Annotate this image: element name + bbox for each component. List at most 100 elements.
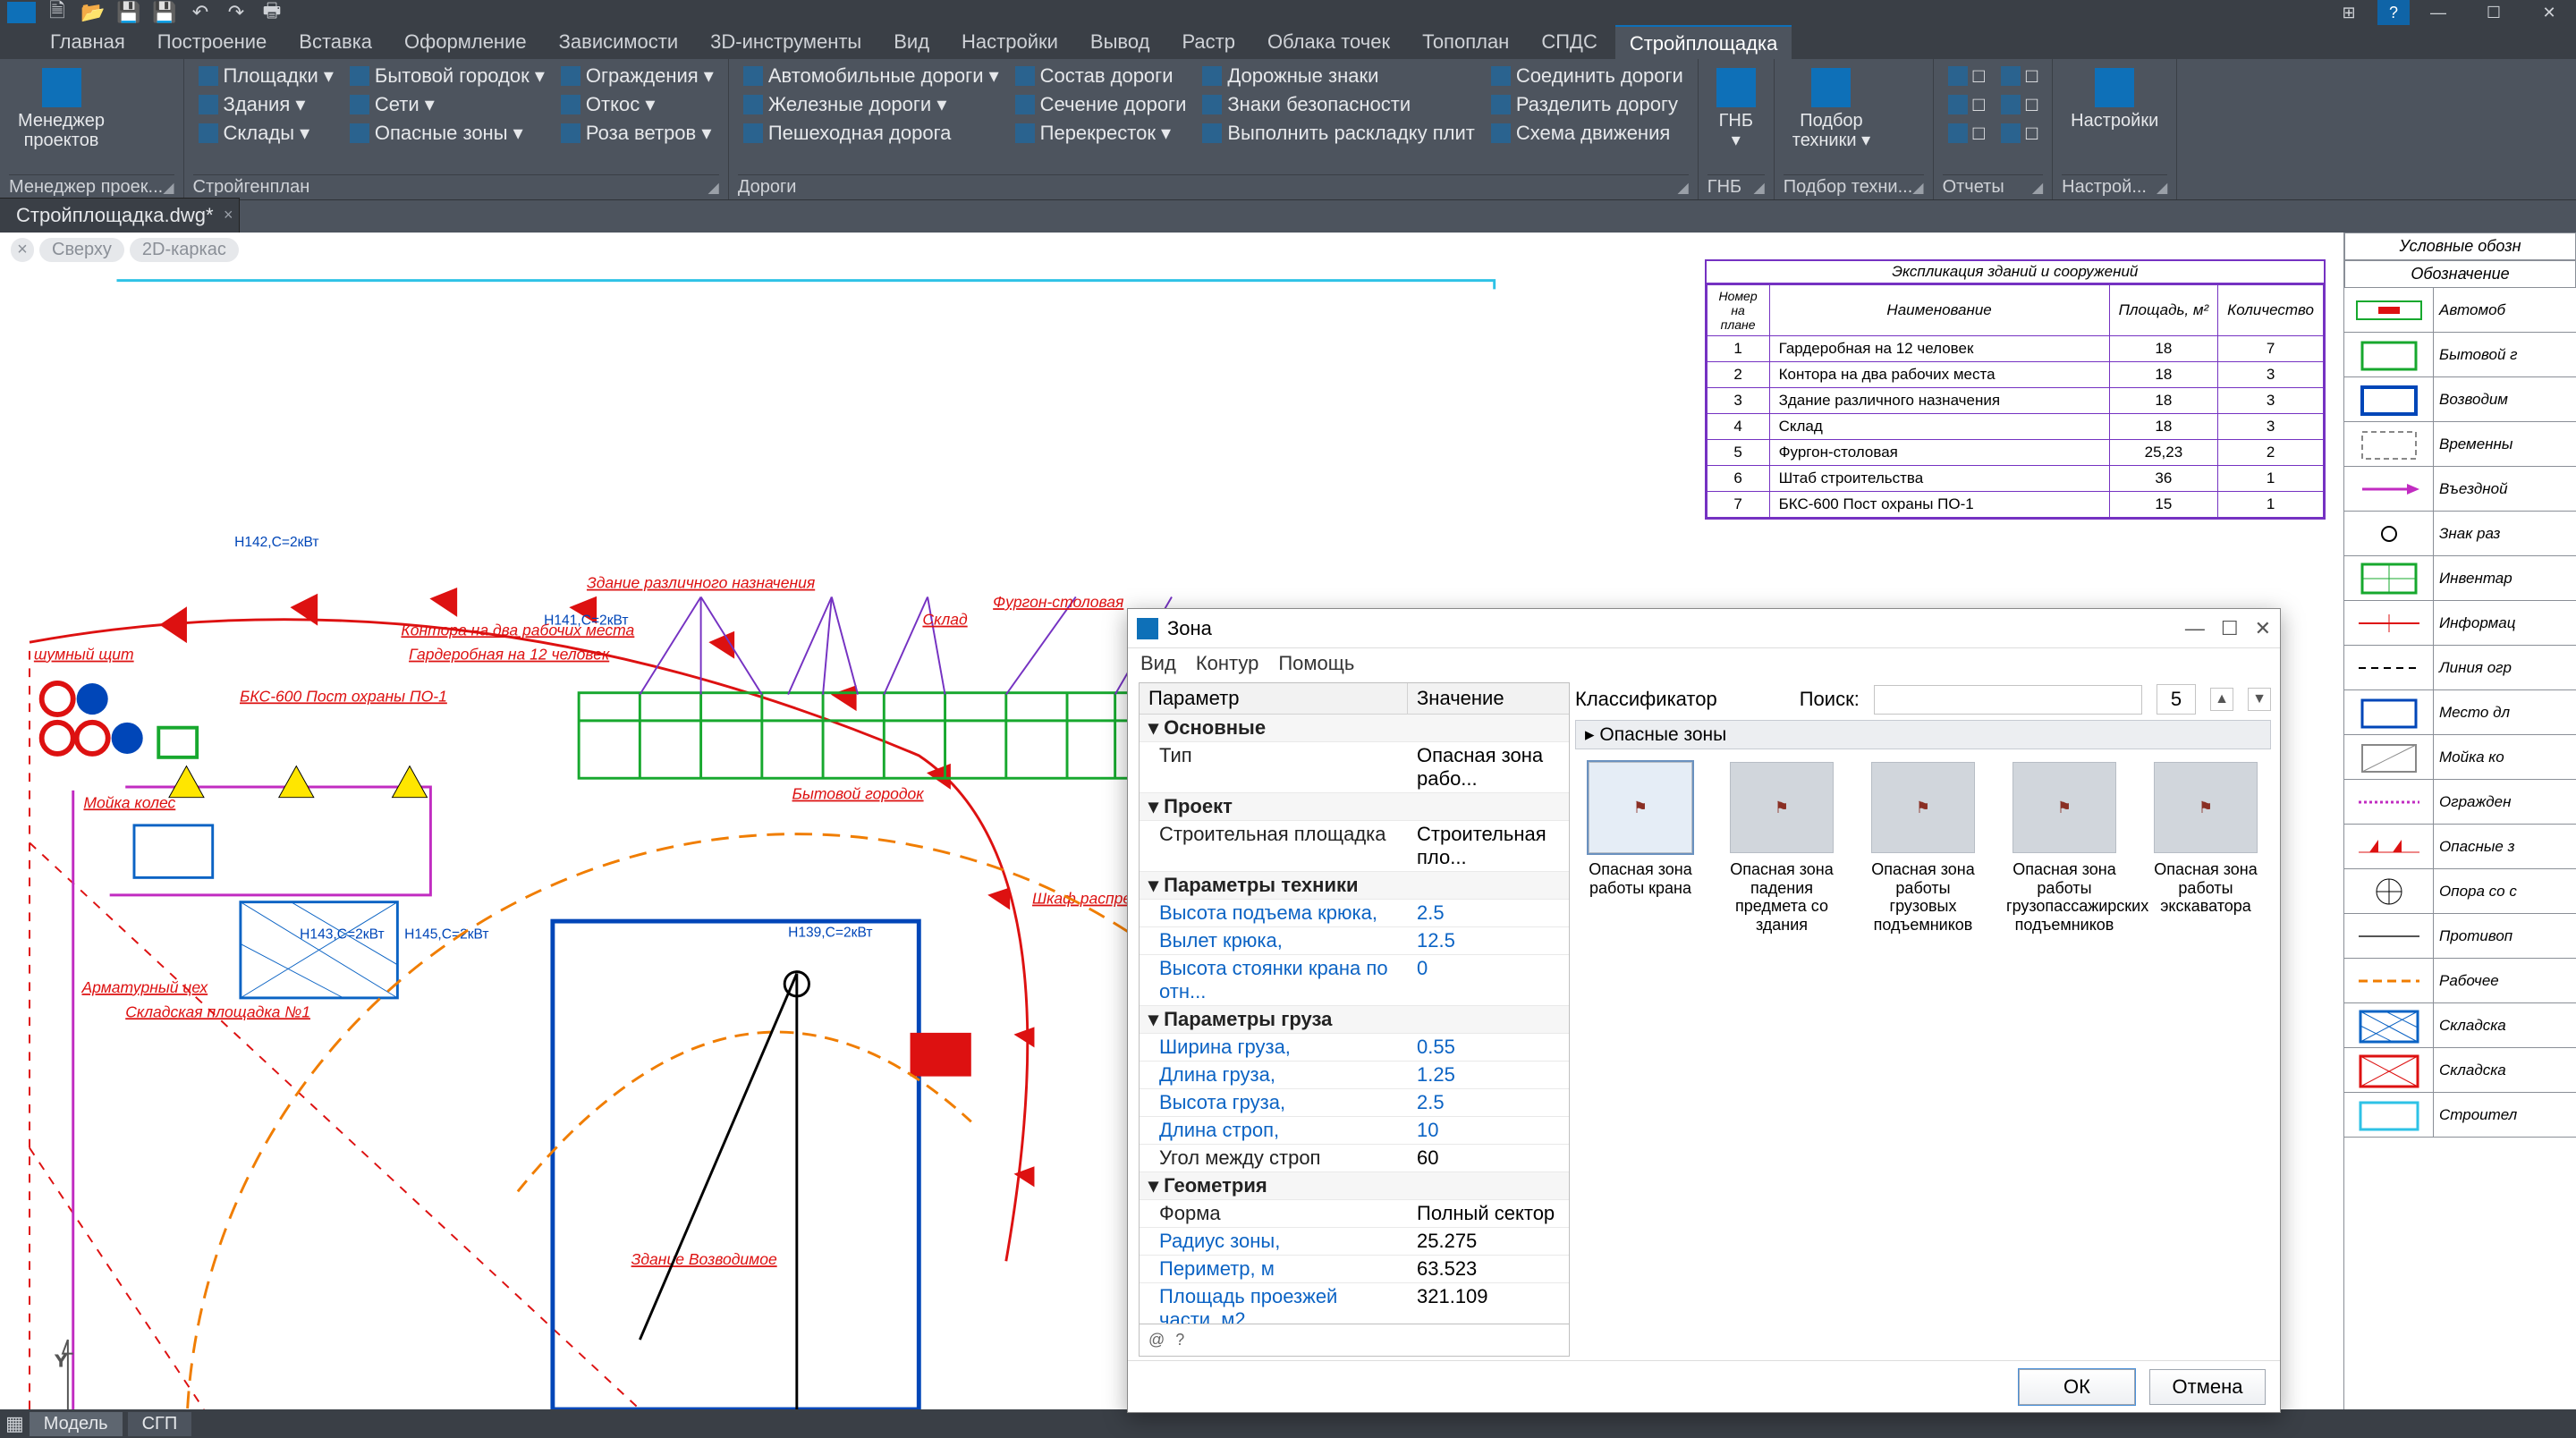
panel-expand-icon[interactable]: ◢ — [1912, 179, 1923, 197]
ribbon-button[interactable]: Сети ▾ — [344, 91, 550, 118]
menu-Настройки[interactable]: Настройки — [947, 25, 1072, 59]
document-tab[interactable]: Стройплощадка.dwg* × — [0, 198, 240, 233]
classifier-tile[interactable]: ⚑Опасная зона падения предмета со здания — [1724, 762, 1840, 935]
cancel-button[interactable]: Отмена — [2149, 1369, 2266, 1405]
ribbon-button[interactable]: □ — [1943, 91, 1990, 118]
prop-group[interactable]: ▾ Основные — [1140, 715, 1569, 742]
dialog-menu-item[interactable]: Вид — [1140, 652, 1176, 675]
ribbon-button[interactable]: □ — [1996, 63, 2043, 89]
classifier-tile[interactable]: ⚑Опасная зона работы экскаватора — [2148, 762, 2264, 916]
prop-row[interactable]: Ширина груза,0.55 — [1140, 1034, 1569, 1062]
prop-value[interactable]: 2.5 — [1408, 900, 1569, 926]
dialog-menu-item[interactable]: Контур — [1196, 652, 1259, 675]
dialog-menu-item[interactable]: Помощь — [1278, 652, 1354, 675]
prop-row[interactable]: Радиус зоны,25.275 — [1140, 1228, 1569, 1256]
prop-row[interactable]: Высота подъема крюка,2.5 — [1140, 900, 1569, 927]
ribbon-button[interactable]: Железные дороги ▾ — [738, 91, 1004, 118]
ribbon-button[interactable]: Ограждения ▾ — [555, 63, 719, 89]
close-icon[interactable]: ✕ — [2255, 617, 2271, 640]
redo-icon[interactable]: ↷ — [222, 2, 250, 23]
prop-row[interactable]: Строительная площадкаСтроительная пло... — [1140, 821, 1569, 872]
panel-expand-icon[interactable]: ◢ — [163, 179, 174, 197]
classifier-tile[interactable]: ⚑Опасная зона работы грузопассажирских п… — [2006, 762, 2123, 935]
prop-row[interactable]: Вылет крюка,12.5 — [1140, 927, 1569, 955]
ribbon-button[interactable]: Бытовой городок ▾ — [344, 63, 550, 89]
ribbon-button[interactable]: Роза ветров ▾ — [555, 120, 719, 147]
ribbon-button[interactable]: Пешеходная дорога — [738, 120, 1004, 147]
ribbon-button[interactable]: Разделить дорогу — [1486, 91, 1689, 118]
prop-group[interactable]: ▾ Параметры техники — [1140, 872, 1569, 900]
prop-value[interactable]: Опасная зона рабо... — [1408, 742, 1569, 792]
prop-value[interactable]: Строительная пло... — [1408, 821, 1569, 871]
prop-row[interactable]: Длина груза,1.25 — [1140, 1062, 1569, 1089]
tab-sgp[interactable]: СГП — [128, 1412, 192, 1436]
panel-expand-icon[interactable]: ◢ — [2032, 179, 2043, 197]
category-bar[interactable]: ▸ Опасные зоны — [1575, 720, 2271, 749]
help-icon[interactable]: ? — [1175, 1331, 1184, 1349]
prop-row[interactable]: Длина строп,10 — [1140, 1117, 1569, 1145]
open-icon[interactable]: 📂 — [79, 2, 107, 23]
menu-Облака точек[interactable]: Облака точек — [1253, 25, 1404, 59]
close-icon[interactable]: × — [224, 206, 233, 224]
menu-3D-инструменты[interactable]: 3D-инструменты — [696, 25, 876, 59]
print-icon[interactable]: 🖶 — [258, 2, 286, 23]
saveall-icon[interactable]: 💾 — [150, 2, 179, 23]
undo-icon[interactable]: ↶ — [186, 2, 215, 23]
ribbon-button[interactable]: Площадки ▾ — [193, 63, 339, 89]
statusbar-icon[interactable]: ▦ — [5, 1412, 24, 1435]
ribbon-button[interactable]: Схема движения — [1486, 120, 1689, 147]
maximize-button[interactable]: ☐ — [2467, 0, 2521, 25]
prop-group[interactable]: ▾ Геометрия — [1140, 1172, 1569, 1200]
ribbon-big-button[interactable]: ГНБ ▾ — [1707, 63, 1765, 156]
prop-row[interactable]: Высота груза,2.5 — [1140, 1089, 1569, 1117]
prop-value[interactable]: 0 — [1408, 955, 1569, 1005]
collapse-icon[interactable]: ▸ — [1585, 724, 1595, 745]
count-up-icon[interactable]: ▲ — [2210, 688, 2233, 711]
help-button[interactable]: ? — [2377, 0, 2410, 25]
prop-value[interactable]: 321.109 — [1408, 1283, 1569, 1324]
prop-value[interactable]: 0.55 — [1408, 1034, 1569, 1061]
ribbon-button[interactable]: Здания ▾ — [193, 91, 339, 118]
prop-row[interactable]: Угол между строп60 — [1140, 1145, 1569, 1172]
ok-button[interactable]: ОК — [2019, 1369, 2135, 1405]
menu-Построение[interactable]: Построение — [143, 25, 282, 59]
prop-row[interactable]: ФормаПолный сектор — [1140, 1200, 1569, 1228]
ribbon-button[interactable]: □ — [1943, 120, 1990, 147]
prop-value[interactable]: Полный сектор — [1408, 1200, 1569, 1227]
properties-grid[interactable]: Параметр Значение ▾ ОсновныеТипОпасная з… — [1139, 682, 1570, 1357]
prop-value[interactable]: 2.5 — [1408, 1089, 1569, 1116]
menu-Топоплан[interactable]: Топоплан — [1408, 25, 1523, 59]
menu-Вставка[interactable]: Вставка — [284, 25, 386, 59]
ribbon-button[interactable]: □ — [1943, 63, 1990, 89]
minimize-icon[interactable]: — — [2185, 617, 2205, 640]
ribbon-button[interactable]: □ — [1996, 120, 2043, 147]
menu-Оформление[interactable]: Оформление — [390, 25, 541, 59]
maximize-icon[interactable]: ☐ — [2221, 617, 2239, 640]
minimize-button[interactable]: — — [2411, 0, 2465, 25]
workspace-icon[interactable]: ⊞ — [2322, 0, 2376, 25]
menu-Вид[interactable]: Вид — [879, 25, 944, 59]
tab-model[interactable]: Модель — [30, 1412, 123, 1436]
panel-expand-icon[interactable]: ◢ — [2157, 179, 2167, 197]
ribbon-button[interactable]: Соединить дороги — [1486, 63, 1689, 89]
panel-expand-icon[interactable]: ◢ — [1677, 179, 1688, 197]
prop-value[interactable]: 10 — [1408, 1117, 1569, 1144]
prop-group[interactable]: ▾ Параметры груза — [1140, 1006, 1569, 1034]
prop-value[interactable]: 60 — [1408, 1145, 1569, 1172]
count-down-icon[interactable]: ▼ — [2248, 688, 2271, 711]
save-icon[interactable]: 💾 — [114, 2, 143, 23]
ribbon-button[interactable]: Перекресток ▾ — [1010, 120, 1192, 147]
dialog-titlebar[interactable]: Зона — ☐ ✕ — [1128, 609, 2280, 648]
ribbon-button[interactable]: Дорожные знаки — [1197, 63, 1479, 89]
logo-icon[interactable] — [7, 2, 36, 23]
search-input[interactable] — [1874, 685, 2142, 715]
classifier-tile[interactable]: ⚑Опасная зона работы грузовых подъемнико… — [1865, 762, 1981, 935]
ribbon-big-button[interactable]: Менеджер проектов — [9, 63, 114, 156]
ribbon-button[interactable]: Знаки безопасности — [1197, 91, 1479, 118]
prop-row[interactable]: Высота стоянки крана по отн...0 — [1140, 955, 1569, 1006]
ribbon-button[interactable]: Сечение дороги — [1010, 91, 1192, 118]
classifier-tile[interactable]: ⚑Опасная зона работы крана — [1582, 762, 1699, 897]
ribbon-button[interactable]: Состав дороги — [1010, 63, 1192, 89]
ribbon-big-button[interactable]: Подбор техники ▾ — [1784, 63, 1879, 156]
ribbon-button[interactable]: Склады ▾ — [193, 120, 339, 147]
